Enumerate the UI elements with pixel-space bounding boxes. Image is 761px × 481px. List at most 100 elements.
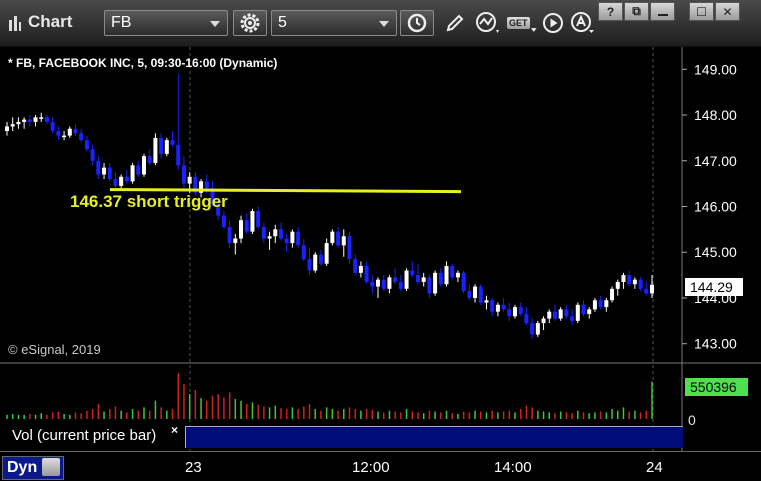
volume-study-bar bbox=[185, 426, 683, 448]
candle-body bbox=[164, 140, 169, 154]
last-price-tag: 144.29 bbox=[685, 278, 743, 296]
candle-body bbox=[341, 236, 346, 246]
candle-body bbox=[267, 236, 272, 239]
candle-body bbox=[427, 277, 432, 294]
x-tick-label: 12:00 bbox=[352, 459, 390, 476]
candle-body bbox=[39, 117, 44, 119]
candle-body bbox=[478, 286, 483, 303]
chart-app-icon bbox=[9, 16, 21, 31]
play-icon bbox=[543, 13, 563, 33]
symbol-select[interactable]: FB bbox=[104, 10, 228, 36]
candle-body bbox=[513, 307, 518, 317]
candle-body bbox=[250, 211, 255, 232]
candle-body bbox=[604, 300, 609, 308]
studies-button[interactable] bbox=[474, 10, 504, 36]
candle-body bbox=[181, 165, 186, 184]
last-volume-tag: 550396 bbox=[685, 378, 748, 396]
copyright-text: © eSignal, 2019 bbox=[8, 342, 101, 357]
candle-body bbox=[330, 231, 335, 244]
minimize-icon bbox=[657, 13, 668, 16]
line-chart-icon bbox=[476, 12, 499, 33]
candle-body bbox=[347, 236, 352, 260]
candle-body bbox=[27, 119, 32, 122]
x-tick-label: 24 bbox=[646, 459, 663, 476]
candle-body bbox=[495, 304, 500, 312]
candle-body bbox=[524, 313, 529, 324]
candle-body bbox=[233, 238, 238, 244]
get-label: GET bbox=[507, 17, 530, 29]
candle-body bbox=[176, 144, 181, 166]
symbol-value: FB bbox=[111, 14, 132, 31]
y-tick-label: 145.00 bbox=[694, 244, 737, 260]
candle-body bbox=[221, 215, 226, 228]
time-axis[interactable]: Dyn 23 12:00 14:00 24 bbox=[0, 451, 761, 481]
candle-body bbox=[239, 220, 244, 239]
candle-body bbox=[50, 121, 55, 132]
candle-body bbox=[438, 272, 443, 285]
candle-body bbox=[570, 316, 575, 321]
y-tick-label: 146.00 bbox=[694, 199, 737, 215]
candle-body bbox=[227, 227, 232, 244]
candle-body bbox=[187, 176, 192, 184]
candle-body bbox=[592, 300, 597, 310]
candle-body bbox=[467, 291, 472, 298]
candle-body bbox=[650, 284, 654, 294]
alert-icon bbox=[571, 12, 594, 33]
candle-body bbox=[450, 265, 455, 278]
lock-icon[interactable] bbox=[42, 458, 60, 476]
help-label: ? bbox=[606, 4, 615, 19]
maximize-button[interactable]: ☐ bbox=[689, 2, 714, 21]
chart-area[interactable]: 149.00 148.00 147.00 146.00 145.00 144.00 143.… bbox=[0, 47, 761, 481]
gear-icon bbox=[240, 13, 260, 33]
candle-body bbox=[393, 277, 398, 282]
candle-body bbox=[119, 176, 124, 186]
volume-study-label: Vol (current price bar) bbox=[12, 427, 157, 444]
candle-body bbox=[381, 279, 386, 289]
candle-body bbox=[90, 149, 95, 161]
candle-body bbox=[284, 238, 289, 244]
candle-body bbox=[318, 254, 323, 264]
candle-body bbox=[535, 323, 540, 335]
interval-time-button[interactable] bbox=[400, 10, 434, 36]
candle-body bbox=[296, 231, 301, 246]
help-button[interactable]: ? bbox=[598, 2, 623, 21]
play-button[interactable] bbox=[539, 10, 567, 36]
candle-body bbox=[56, 131, 61, 136]
candle-body bbox=[518, 307, 523, 314]
candle-body bbox=[73, 128, 78, 134]
candle-body bbox=[273, 229, 278, 237]
close-label: ✕ bbox=[722, 4, 733, 19]
restore-label: ⧉ bbox=[632, 4, 641, 18]
symbol-settings-button[interactable] bbox=[233, 10, 267, 36]
candle-body bbox=[507, 309, 512, 317]
candle-body bbox=[353, 259, 358, 273]
candle-body bbox=[96, 160, 101, 175]
candle-body bbox=[564, 309, 569, 317]
candle-body bbox=[575, 304, 580, 321]
candle-body bbox=[444, 265, 449, 285]
price-volume-chart[interactable]: 149.00148.00147.00146.00145.00144.00143.… bbox=[0, 47, 761, 480]
restore-button[interactable]: ⧉ bbox=[624, 2, 649, 21]
y-tick-label: 143.00 bbox=[694, 336, 737, 352]
candle-body bbox=[290, 231, 295, 244]
volume-study-close-icon[interactable]: × bbox=[171, 423, 178, 437]
volume-zero-label: 0 bbox=[688, 412, 696, 428]
candle-body bbox=[461, 272, 466, 292]
get-data-button[interactable]: GET bbox=[507, 10, 537, 36]
candle-body bbox=[136, 165, 141, 175]
candle-body bbox=[79, 133, 84, 141]
candle-body bbox=[130, 165, 135, 182]
y-tick-label: 149.00 bbox=[694, 61, 737, 77]
draw-tool-button[interactable] bbox=[441, 10, 469, 36]
candle-body bbox=[256, 211, 261, 228]
candle-body bbox=[387, 277, 392, 289]
interval-select[interactable]: 5 bbox=[271, 10, 397, 36]
alert-button[interactable] bbox=[569, 10, 597, 36]
clock-icon bbox=[407, 13, 427, 33]
candle-body bbox=[307, 259, 312, 271]
close-button[interactable]: ✕ bbox=[715, 2, 740, 21]
candle-body bbox=[638, 279, 643, 289]
minimize-button[interactable] bbox=[650, 2, 675, 21]
dynamic-label: Dyn bbox=[7, 459, 38, 476]
candle-body bbox=[244, 220, 249, 232]
